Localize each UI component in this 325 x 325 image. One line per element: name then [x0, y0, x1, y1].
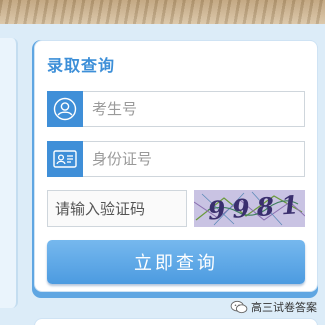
id-card-icon — [47, 141, 83, 177]
captcha-input[interactable] — [47, 190, 187, 227]
watermark-text: 高三试卷答案 — [251, 301, 317, 314]
left-side-panel — [0, 38, 18, 308]
id-number-field — [47, 141, 305, 177]
query-card: 录取查询 考生号 身份证号 请输入验证码 9981 立即查询 — [34, 40, 318, 292]
lower-card-edge — [34, 318, 318, 325]
user-circle-icon — [47, 91, 83, 127]
header-background-texture — [0, 0, 325, 24]
exam-number-input[interactable] — [92, 92, 297, 126]
submit-query-button[interactable]: 立即查询 — [47, 240, 305, 284]
wechat-icon — [230, 300, 248, 314]
captcha-image[interactable]: 9981 — [194, 190, 305, 227]
exam-number-field — [47, 91, 305, 127]
id-number-input[interactable] — [92, 142, 297, 176]
card-title: 录取查询 — [47, 56, 116, 75]
watermark: 高三试卷答案 — [230, 299, 317, 315]
